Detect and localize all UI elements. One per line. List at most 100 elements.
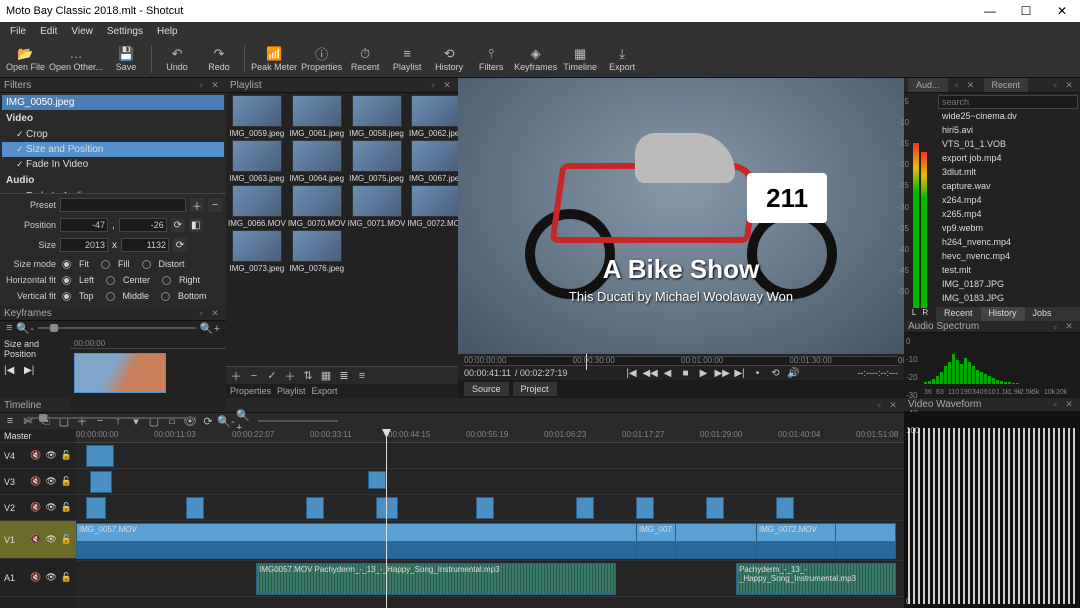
lock-icon[interactable]: 🔓 xyxy=(61,534,72,545)
clip[interactable]: IMG_0072.MOV xyxy=(756,523,836,559)
menu-view[interactable]: View xyxy=(65,24,99,39)
transport-button[interactable]: |◀ xyxy=(624,368,638,379)
recent-item[interactable]: x265.mp4 xyxy=(938,207,1078,221)
clip[interactable] xyxy=(90,471,112,493)
toolbar-undo[interactable]: ↶Undo xyxy=(158,42,196,76)
toolbar-recent[interactable]: ⏱Recent xyxy=(346,42,384,76)
preset-dropdown[interactable] xyxy=(60,198,186,212)
timeline-toolbtn[interactable]: 🔍+ xyxy=(236,414,252,428)
playlist-toolbtn[interactable]: ＋ xyxy=(282,369,298,383)
undock-icon[interactable]: ▫ xyxy=(426,80,440,90)
transport-button[interactable]: ▶▶ xyxy=(714,368,728,379)
mute-icon[interactable]: 🔇 xyxy=(30,572,41,583)
radio-button[interactable] xyxy=(142,260,151,269)
radio-button[interactable] xyxy=(62,292,71,301)
playlist-thumb[interactable]: IMG_0070.MOV xyxy=(288,185,346,228)
close-icon[interactable]: ✕ xyxy=(1062,321,1076,332)
clip[interactable] xyxy=(706,497,724,519)
tab-properties[interactable]: Properties xyxy=(230,386,271,396)
toolbar-timeline[interactable]: ▦Timeline xyxy=(561,42,599,76)
toolbar-export[interactable]: ⤓Export xyxy=(603,42,641,76)
undock-icon[interactable]: ▫ xyxy=(194,308,208,318)
audio-clip[interactable]: Pachyderm_-_13_-_Happy_Song_Instrumental… xyxy=(736,563,896,595)
clip[interactable] xyxy=(368,471,386,489)
track-header-v1[interactable]: V1🔇👁🔓 xyxy=(0,521,76,559)
playlist-thumb[interactable]: IMG_0071.MOV xyxy=(348,185,406,228)
clip[interactable]: IMG_007 xyxy=(636,523,676,559)
transport-button[interactable]: ▶| xyxy=(732,368,746,379)
prop-input-b[interactable] xyxy=(121,238,169,252)
preset-add-button[interactable]: ＋ xyxy=(190,198,204,212)
undock-icon[interactable]: ▫ xyxy=(872,400,886,410)
track-header-v2[interactable]: V2🔇👁🔓 xyxy=(0,495,76,521)
clip[interactable] xyxy=(576,497,594,519)
close-icon[interactable]: ✕ xyxy=(208,80,222,91)
recent-item[interactable]: vp9.webm xyxy=(938,221,1078,235)
playlist-thumb[interactable]: IMG_0076.jpeg xyxy=(288,230,346,273)
keyframe-clip[interactable] xyxy=(74,353,166,393)
undock-icon[interactable]: ▫ xyxy=(1048,80,1062,90)
prev-keyframe-button[interactable]: |◀ xyxy=(4,365,18,379)
playlist-thumb[interactable]: IMG_0067.jpeg xyxy=(407,140,458,183)
tab-playlist[interactable]: Playlist xyxy=(277,386,306,396)
toolbar-playlist[interactable]: ≡Playlist xyxy=(388,42,426,76)
recent-item[interactable]: x264.mp4 xyxy=(938,193,1078,207)
eye-icon[interactable]: 👁 xyxy=(45,534,56,545)
filter-item[interactable]: Size and Position xyxy=(2,142,224,157)
close-icon[interactable]: ✕ xyxy=(208,308,222,319)
recent-item[interactable]: test.mlt xyxy=(938,263,1078,277)
preview-viewport[interactable]: 211 A Bike Show This Ducati by Michael W… xyxy=(458,78,904,354)
timeline-toolbtn[interactable]: ⟳ xyxy=(200,414,216,428)
playlist-thumb[interactable]: IMG_0075.jpeg xyxy=(348,140,406,183)
menu-help[interactable]: Help xyxy=(151,24,184,39)
transport-button[interactable]: • xyxy=(750,368,764,379)
undock-icon[interactable]: ▫ xyxy=(1048,399,1062,409)
track-header-master[interactable]: Master xyxy=(0,429,76,443)
lock-icon[interactable]: 🔓 xyxy=(61,476,72,487)
kf-bottom-slider[interactable] xyxy=(27,417,196,419)
tab-recent[interactable]: Recent xyxy=(984,78,1029,92)
clip[interactable] xyxy=(306,497,324,519)
toolbar-keyframes[interactable]: ◈Keyframes xyxy=(514,42,557,76)
mute-icon[interactable]: 🔇 xyxy=(30,502,41,513)
clip[interactable] xyxy=(186,497,204,519)
menu-icon[interactable]: ≡ xyxy=(6,322,12,334)
track-header-v3[interactable]: V3🔇👁🔓 xyxy=(0,469,76,495)
tab-recent2[interactable]: Recent xyxy=(936,307,981,321)
recent-search-input[interactable] xyxy=(938,95,1078,109)
recent-item[interactable]: export job.mp4 xyxy=(938,151,1078,165)
toolbar-redo[interactable]: ↷Redo xyxy=(200,42,238,76)
recent-item[interactable]: 3dlut.mlt xyxy=(938,165,1078,179)
tab-jobs[interactable]: Jobs xyxy=(1025,307,1060,321)
eye-icon[interactable]: 👁 xyxy=(45,476,56,487)
close-button[interactable]: ✕ xyxy=(1044,0,1080,22)
prop-input-a[interactable] xyxy=(60,238,108,252)
scrub-track[interactable]: 00:00:00:0000:00:30:0000:01:00:0000:01:3… xyxy=(464,356,898,366)
clip[interactable] xyxy=(86,445,114,467)
zoom-display[interactable]: --:----:--:--- xyxy=(858,368,898,378)
timeline-toolbtn[interactable]: ≡ xyxy=(2,414,18,428)
playlist-thumb[interactable]: IMG_0063.jpeg xyxy=(228,140,286,183)
clip[interactable] xyxy=(636,497,654,519)
playlist-toolbtn[interactable]: ▦ xyxy=(318,369,334,383)
lock-icon[interactable]: 🔓 xyxy=(61,450,72,461)
zoom-slider[interactable] xyxy=(38,327,196,329)
playlist-thumb[interactable]: IMG_0073.jpeg xyxy=(228,230,286,273)
recent-item[interactable]: hevc_nvenc.mp4 xyxy=(938,249,1078,263)
clip[interactable] xyxy=(776,497,794,519)
mute-icon[interactable]: 🔇 xyxy=(30,450,41,461)
close-icon[interactable]: ✕ xyxy=(1062,399,1076,410)
timecode-in[interactable]: 00:00:41:11 xyxy=(464,368,511,378)
tab-history[interactable]: History xyxy=(981,307,1025,321)
clip[interactable] xyxy=(86,497,106,519)
radio-button[interactable] xyxy=(161,292,170,301)
prop-input-b[interactable] xyxy=(119,218,167,232)
clip[interactable] xyxy=(476,497,494,519)
toolbar-open-other-[interactable]: …Open Other... xyxy=(49,42,103,76)
undock-icon[interactable]: ▫ xyxy=(194,80,208,90)
toolbar-open-file[interactable]: 📂Open File xyxy=(6,42,45,76)
eye-icon[interactable]: 👁 xyxy=(45,572,56,583)
playlist-thumb[interactable]: IMG_0072.MOV xyxy=(407,185,458,228)
playlist-toolbtn[interactable]: ≡ xyxy=(354,369,370,383)
eye-icon[interactable]: 👁 xyxy=(45,450,56,461)
